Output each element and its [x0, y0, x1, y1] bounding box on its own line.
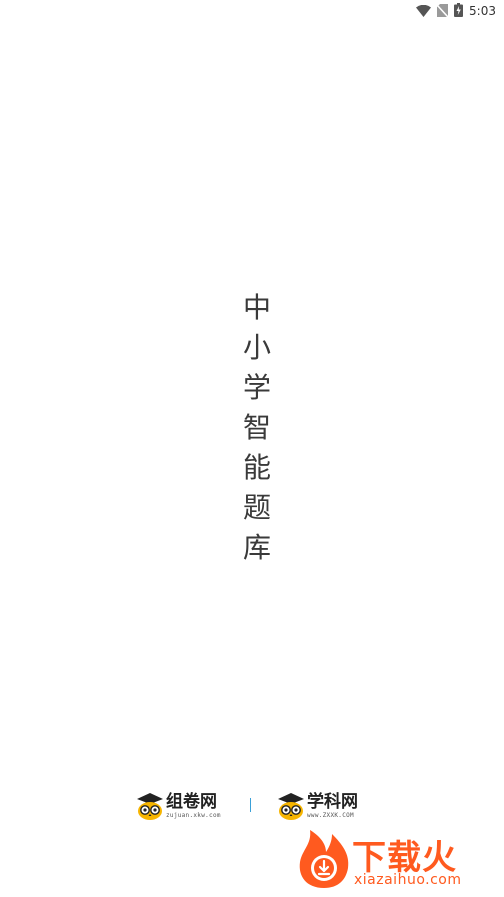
watermark: 下载火 xiazaihuo.com	[296, 826, 500, 894]
brand-url: zujuan.xkw.com	[166, 812, 221, 819]
brand-divider	[250, 798, 251, 812]
brand-zxxk: 学科网 www.ZXXK.COM	[277, 786, 358, 826]
owl-graduate-logo	[136, 791, 164, 821]
title-char: 小	[242, 331, 271, 364]
title-char: 中	[242, 291, 271, 324]
brand-name: 组卷网	[166, 792, 217, 812]
wifi-icon	[416, 2, 432, 21]
footer-brands: 组卷网 zujuan.xkw.com 学科网 www.ZXXK.COM	[0, 786, 504, 826]
status-bar: 5:03	[0, 0, 504, 22]
no-sim-icon	[436, 2, 449, 21]
title-char: 学	[242, 371, 271, 404]
brand-name: 学科网	[307, 792, 358, 812]
splash-title: 中 小 学 智 能 题 库	[240, 288, 274, 568]
battery-charging-icon	[454, 2, 464, 21]
title-char: 智	[242, 411, 271, 444]
brand-url: www.ZXXK.COM	[307, 812, 354, 819]
flame-download-logo	[296, 828, 352, 894]
status-icons: 5:03	[416, 2, 496, 21]
brand-zujuan: 组卷网 zujuan.xkw.com	[136, 786, 221, 826]
title-char: 库	[242, 531, 271, 564]
status-time: 5:03	[469, 4, 496, 18]
title-char: 题	[242, 491, 271, 524]
brand-text: 组卷网 zujuan.xkw.com	[166, 792, 221, 820]
brand-text: 学科网 www.ZXXK.COM	[307, 792, 358, 820]
title-char: 能	[242, 451, 271, 484]
watermark-url: xiazaihuo.com	[354, 872, 462, 888]
owl-graduate-logo	[277, 791, 305, 821]
